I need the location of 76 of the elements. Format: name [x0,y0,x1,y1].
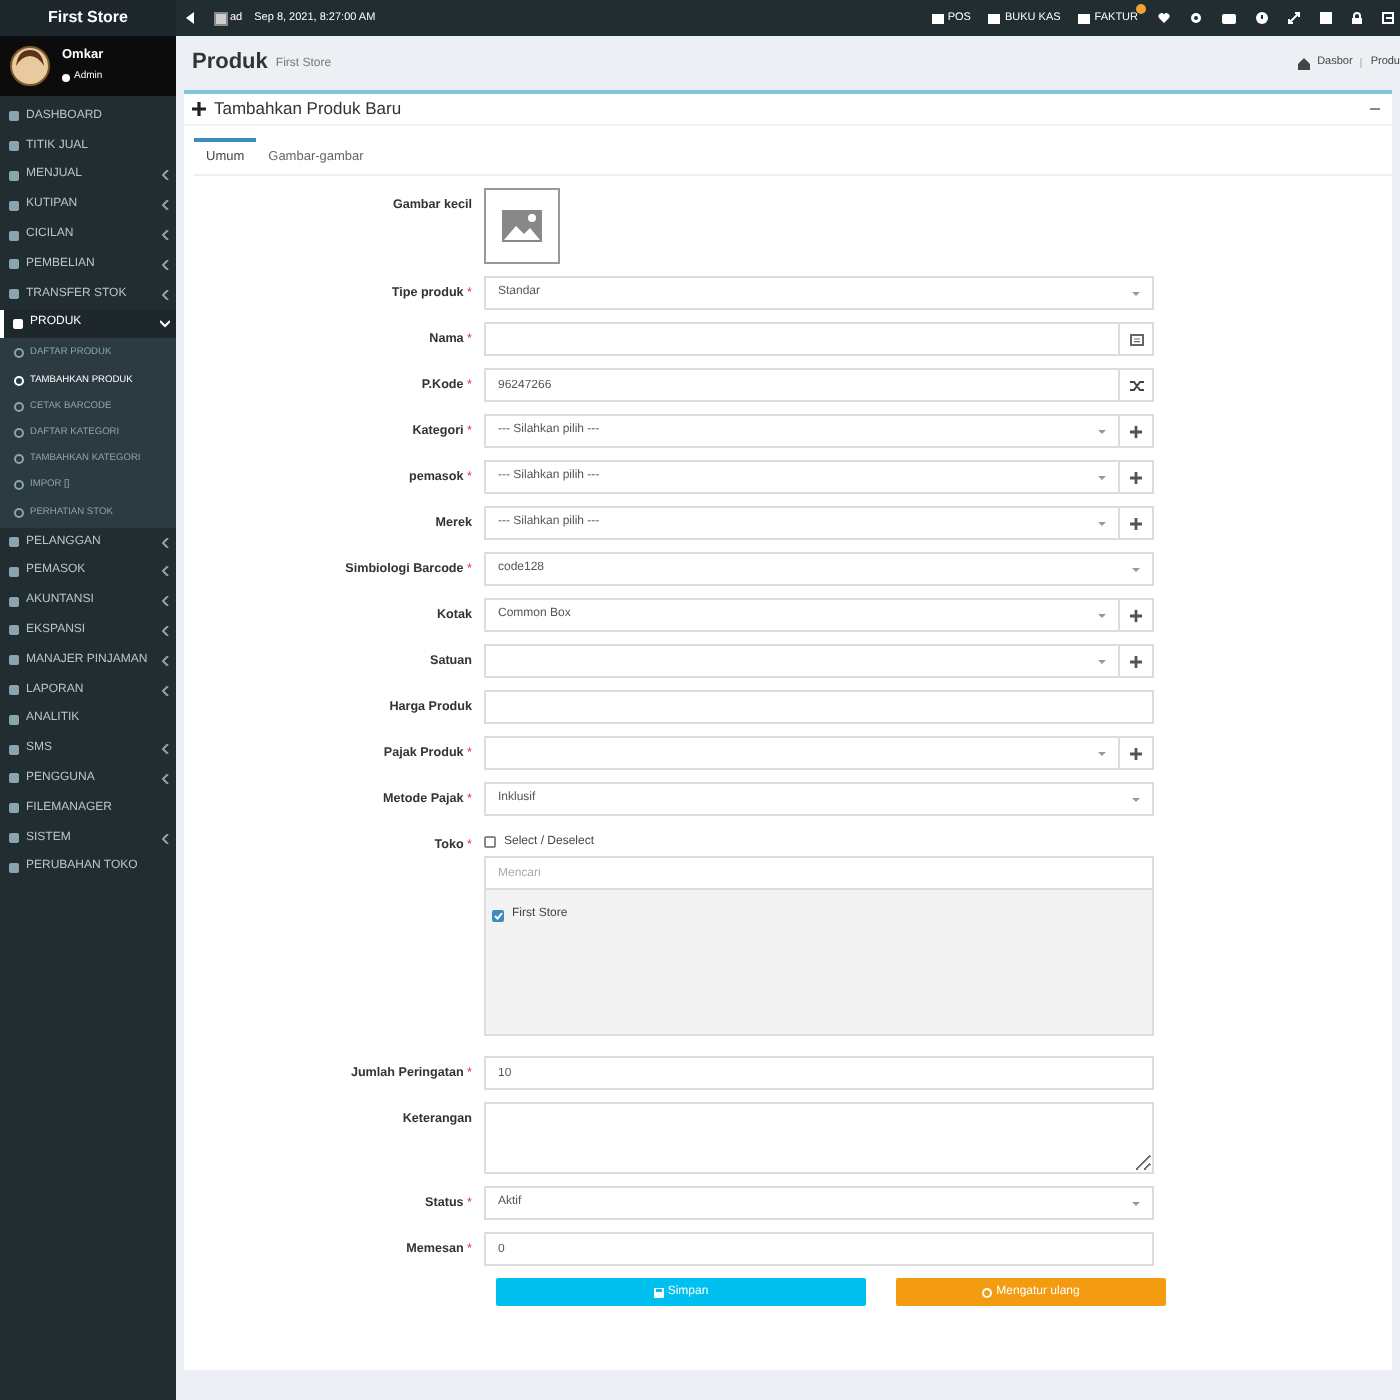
plus-icon [1130,609,1142,621]
card-icon [1129,333,1143,345]
plus-icon [1130,747,1142,759]
avatar-icon [10,46,50,86]
menu-icon [8,713,20,726]
home-icon [1297,57,1310,69]
menu-icon [14,428,24,439]
input-field[interactable] [484,690,1154,724]
image-icon [502,210,542,242]
menu-icon [8,536,20,549]
image-upload[interactable] [484,188,560,264]
menu-icon [14,507,24,518]
help-icon[interactable] [1256,12,1268,24]
caret-icon [1098,429,1106,433]
menu-icon [8,229,20,242]
fullscreen-icon[interactable] [1288,12,1300,24]
circle-icon [982,1287,993,1297]
add-button[interactable] [1120,736,1154,770]
save-icon [653,1287,664,1297]
menu-icon [8,684,20,697]
menu-icon [12,317,24,330]
select-field[interactable] [484,644,1120,678]
check-icon [493,911,503,919]
menu-icon [14,348,24,359]
menu-icon [14,480,24,491]
heart-icon[interactable] [1158,12,1170,24]
shuffle-icon [1129,379,1143,391]
add-button[interactable] [1120,598,1154,632]
menu-icon [8,110,20,123]
plus-icon [1130,655,1142,667]
caret-icon [1098,521,1106,525]
menu-icon [8,802,20,815]
caret-icon [1098,659,1106,663]
menu-icon [8,772,20,785]
menu-icon [8,832,20,845]
logout-icon[interactable] [1382,12,1394,24]
menu-icon [8,743,20,756]
plus-icon [1130,425,1142,437]
page-title: Produk [192,48,268,79]
menu-icon [8,624,20,637]
settings-icon[interactable] [1190,12,1202,24]
menu-icon [8,861,20,874]
menu-icon [8,140,20,153]
caret-icon [1098,475,1106,479]
add-button[interactable] [1120,414,1154,448]
add-button[interactable] [1120,460,1154,494]
menu-icon [8,595,20,608]
notification-badge [1136,3,1146,14]
menu-icon [14,454,24,465]
select-field[interactable] [484,736,1120,770]
shuffle-button[interactable] [1120,368,1154,402]
caret-icon [1132,567,1140,571]
add-button[interactable] [1120,644,1154,678]
add-button[interactable] [1120,506,1154,540]
card-title: Tambahkan Produk Baru [214,96,402,122]
menu-icon [14,401,24,412]
plus-icon [192,102,206,116]
menu-icon [8,169,20,182]
lock-icon[interactable] [1352,12,1362,24]
menu-icon [8,288,20,301]
collapse-icon[interactable] [186,12,196,24]
input-field[interactable] [484,322,1120,356]
caret-icon [1098,613,1106,617]
menu-icon [8,654,20,667]
app-title: First Store [0,0,176,36]
caret-icon [1132,1201,1140,1205]
caret-icon [1098,751,1106,755]
plus-icon [1130,517,1142,529]
menu-icon [14,375,24,386]
menu-icon [8,199,20,212]
broken-image-icon [214,11,228,25]
caret-icon [1132,291,1140,295]
menu-icon [8,565,20,578]
plus-icon [1130,471,1142,483]
caret-icon [1132,797,1140,801]
menu-icon [8,258,20,271]
